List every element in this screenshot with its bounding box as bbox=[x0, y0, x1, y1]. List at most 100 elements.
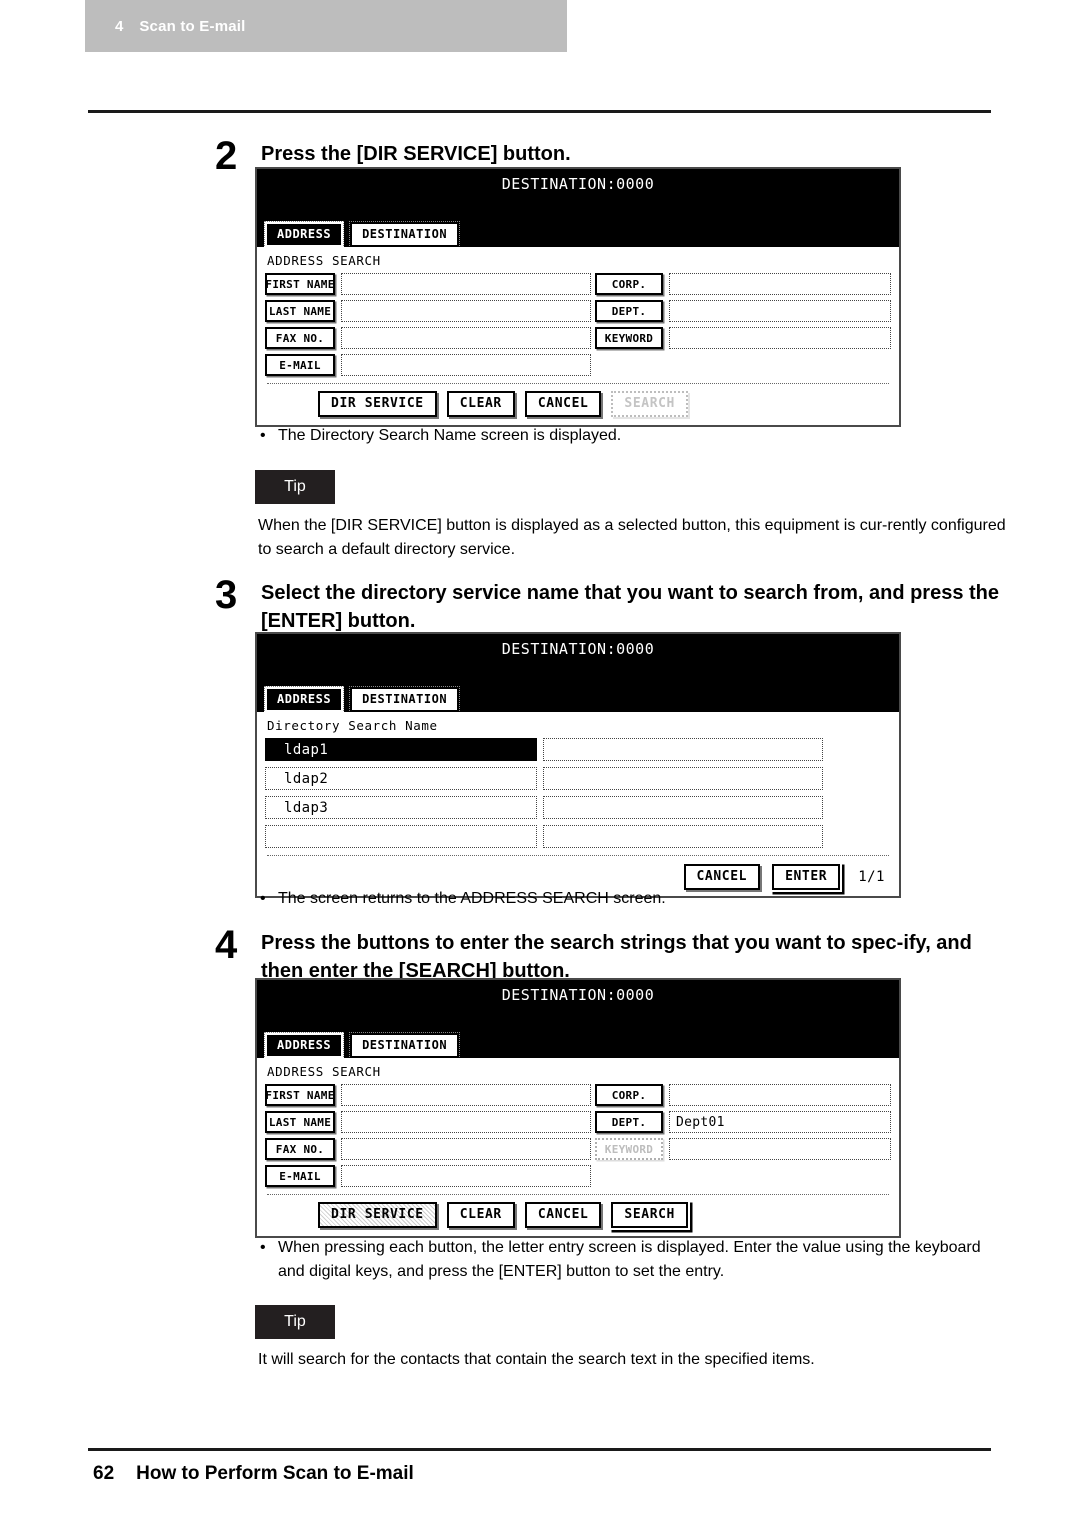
tip-text-1: When the [DIR SERVICE] button is display… bbox=[258, 517, 1006, 558]
tab-destination-2[interactable]: DESTINATION bbox=[349, 686, 461, 713]
list-item[interactable]: ldap1 bbox=[265, 738, 891, 761]
lcd-panel-address-search-filled[interactable]: DESTINATION:0000 ADDRESS DESTINATION ADD… bbox=[255, 978, 901, 1238]
fax-no-button[interactable]: FAX NO. bbox=[265, 327, 335, 349]
field-fax-no-2: FAX NO. bbox=[265, 1138, 591, 1160]
corp-button-2[interactable]: CORP. bbox=[595, 1084, 663, 1106]
lcd-tab-strip-2: ADDRESS DESTINATION bbox=[263, 686, 461, 713]
field-first-name: FIRST NAME bbox=[265, 273, 591, 295]
first-name-input[interactable] bbox=[341, 273, 591, 295]
first-name-input-2[interactable] bbox=[341, 1084, 591, 1106]
panel-caption: ADDRESS SEARCH bbox=[267, 253, 381, 268]
list-item[interactable]: ldap3 bbox=[265, 796, 891, 819]
dir-service-button-2[interactable]: DIR SERVICE bbox=[318, 1202, 437, 1228]
tab-address-3[interactable]: ADDRESS bbox=[263, 1032, 345, 1059]
list-item[interactable] bbox=[265, 825, 891, 848]
panel-caption-3: ADDRESS SEARCH bbox=[267, 1064, 381, 1079]
lcd-content-3: ADDRESS SEARCH FIRST NAME LAST NAME FAX … bbox=[257, 1058, 899, 1236]
lcd-header-bar-3: DESTINATION:0000 ADDRESS DESTINATION bbox=[257, 980, 899, 1059]
last-name-input-2[interactable] bbox=[341, 1111, 591, 1133]
tip-badge-label-2: Tip bbox=[284, 1313, 306, 1330]
corp-input-2[interactable] bbox=[669, 1084, 891, 1106]
tip-badge-label-1: Tip bbox=[284, 478, 306, 495]
running-header: 4 Scan to E-mail bbox=[85, 0, 567, 52]
email-button-2[interactable]: E-MAIL bbox=[265, 1165, 335, 1187]
search-form-left-column-2: FIRST NAME LAST NAME FAX NO. E-MAIL bbox=[265, 1084, 591, 1187]
chapter-number: 4 bbox=[115, 17, 124, 35]
list-item[interactable]: ldap2 bbox=[265, 767, 891, 790]
first-name-button-2[interactable]: FIRST NAME bbox=[265, 1084, 335, 1106]
last-name-button-2[interactable]: LAST NAME bbox=[265, 1111, 335, 1133]
fax-no-input-2[interactable] bbox=[341, 1138, 591, 1160]
clear-button[interactable]: CLEAR bbox=[446, 391, 515, 417]
directory-name-2[interactable]: ldap2 bbox=[265, 767, 537, 790]
tab-destination-3[interactable]: DESTINATION bbox=[349, 1032, 461, 1059]
cancel-button-3[interactable]: CANCEL bbox=[524, 1202, 602, 1228]
directory-name-4[interactable] bbox=[265, 825, 537, 848]
search-form-filled: FIRST NAME LAST NAME FAX NO. E-MAIL CORP… bbox=[265, 1084, 891, 1187]
fax-no-input[interactable] bbox=[341, 327, 591, 349]
clear-button-2[interactable]: CLEAR bbox=[446, 1202, 515, 1228]
dir-service-button[interactable]: DIR SERVICE bbox=[318, 391, 437, 417]
directory-name-1[interactable]: ldap1 bbox=[265, 738, 537, 761]
lcd-tab-strip: ADDRESS DESTINATION bbox=[263, 221, 461, 248]
email-input-2[interactable] bbox=[341, 1165, 591, 1187]
footer-page-number: 62 bbox=[93, 1463, 115, 1484]
dept-input-2[interactable]: Dept01 bbox=[669, 1111, 891, 1133]
page-footer: 62 How to Perform Scan to E-mail bbox=[93, 1463, 414, 1485]
step-2-number: 2 bbox=[215, 134, 238, 178]
tip-badge-2: Tip bbox=[255, 1305, 335, 1339]
directory-value-4[interactable] bbox=[543, 825, 823, 848]
keyword-input-2 bbox=[669, 1138, 891, 1160]
fax-no-button-2[interactable]: FAX NO. bbox=[265, 1138, 335, 1160]
last-name-input[interactable] bbox=[341, 300, 591, 322]
lcd-content: ADDRESS SEARCH FIRST NAME LAST NAME FAX … bbox=[257, 247, 899, 425]
search-form-left-column: FIRST NAME LAST NAME FAX NO. E-MAIL bbox=[265, 273, 591, 376]
lcd-action-bar-3: DIR SERVICE CLEAR CANCEL SEARCH bbox=[265, 1202, 891, 1228]
destination-counter-2: DESTINATION:0000 bbox=[501, 640, 655, 658]
chapter-title: Scan to E-mail bbox=[139, 17, 246, 35]
lcd-panel-directory-search[interactable]: DESTINATION:0000 ADDRESS DESTINATION Dir… bbox=[255, 632, 901, 898]
lcd-action-bar: DIR SERVICE CLEAR CANCEL SEARCH bbox=[265, 391, 891, 417]
field-keyword: KEYWORD bbox=[595, 327, 891, 349]
dept-button[interactable]: DEPT. bbox=[595, 300, 663, 322]
keyword-button-2: KEYWORD bbox=[595, 1138, 663, 1160]
panel-caption-2: Directory Search Name bbox=[267, 718, 438, 733]
directory-value-3[interactable] bbox=[543, 796, 823, 819]
step-3-note: • The screen returns to the ADDRESS SEAR… bbox=[260, 887, 980, 911]
header-divider bbox=[88, 110, 991, 113]
corp-button[interactable]: CORP. bbox=[595, 273, 663, 295]
first-name-button[interactable]: FIRST NAME bbox=[265, 273, 335, 295]
field-dept-2: DEPT. Dept01 bbox=[595, 1111, 891, 1133]
directory-value-1[interactable] bbox=[543, 738, 823, 761]
corp-input[interactable] bbox=[669, 273, 891, 295]
keyword-button[interactable]: KEYWORD bbox=[595, 327, 663, 349]
lcd-panel-address-search[interactable]: DESTINATION:0000 ADDRESS DESTINATION ADD… bbox=[255, 167, 901, 427]
tab-address[interactable]: ADDRESS bbox=[263, 221, 345, 248]
last-name-button[interactable]: LAST NAME bbox=[265, 300, 335, 322]
tab-address-2[interactable]: ADDRESS bbox=[263, 686, 345, 713]
field-corp: CORP. bbox=[595, 273, 891, 295]
search-button-2[interactable]: SEARCH bbox=[611, 1202, 688, 1228]
directory-service-list: ldap1 ldap2 ldap3 bbox=[265, 738, 891, 848]
cancel-button[interactable]: CANCEL bbox=[524, 391, 602, 417]
email-input[interactable] bbox=[341, 354, 591, 376]
search-form: FIRST NAME LAST NAME FAX NO. E-MAIL CORP… bbox=[265, 273, 891, 376]
step-4-title: Press the buttons to enter the search st… bbox=[261, 932, 972, 982]
directory-name-3[interactable]: ldap3 bbox=[265, 796, 537, 819]
tab-destination[interactable]: DESTINATION bbox=[349, 221, 461, 248]
lcd-tab-strip-3: ADDRESS DESTINATION bbox=[263, 1032, 461, 1059]
destination-counter-3: DESTINATION:0000 bbox=[501, 986, 655, 1004]
dept-button-2[interactable]: DEPT. bbox=[595, 1111, 663, 1133]
list-separator bbox=[267, 855, 889, 856]
field-keyword-2: KEYWORD bbox=[595, 1138, 891, 1160]
tip-badge-1: Tip bbox=[255, 470, 335, 504]
step-4-note: • When pressing each button, the letter … bbox=[260, 1236, 1000, 1284]
keyword-input[interactable] bbox=[669, 327, 891, 349]
step-2-title: Press the [DIR SERVICE] button. bbox=[261, 143, 571, 165]
field-email-2: E-MAIL bbox=[265, 1165, 591, 1187]
directory-value-2[interactable] bbox=[543, 767, 823, 790]
dept-input[interactable] bbox=[669, 300, 891, 322]
email-button[interactable]: E-MAIL bbox=[265, 354, 335, 376]
footer-section-title: How to Perform Scan to E-mail bbox=[136, 1463, 414, 1484]
step-4-number: 4 bbox=[215, 923, 238, 967]
